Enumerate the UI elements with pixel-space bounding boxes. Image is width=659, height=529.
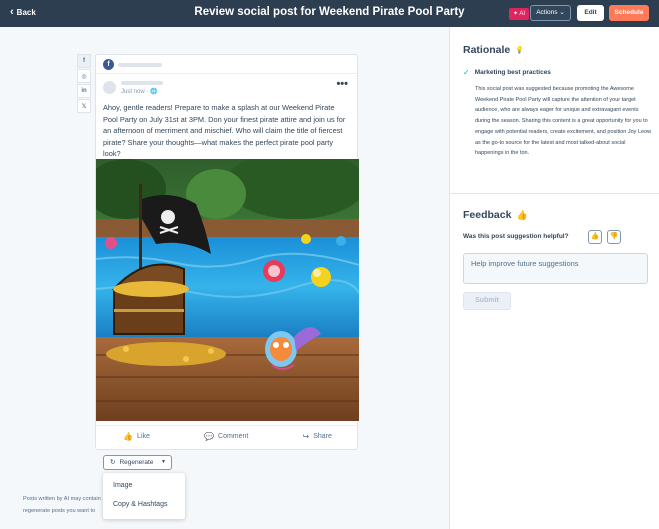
social-network-tabs: f ◎ in 𝕏 [77,54,91,114]
tab-facebook[interactable]: f [77,54,91,68]
rationale-item: ✓ Marketing best practices [463,68,551,77]
author-name-placeholder [121,81,163,85]
like-action[interactable]: 👍 Like [123,432,150,441]
account-placeholder [118,63,162,67]
ai-badge: ✦ AI [509,8,530,20]
page-title: Review social post for Weekend Pirate Po… [194,6,465,18]
comment-action[interactable]: 💬 Comment [204,432,248,441]
caret-down-icon: ▼ [161,459,166,465]
post-actions-bar: 👍 Like 💬 Comment ↪ Share [96,425,359,447]
tab-x[interactable]: 𝕏 [77,99,91,113]
thumbs-up-button[interactable]: 👍 [588,230,602,244]
like-label: Like [137,433,150,440]
regenerate-menu: Image Copy & Hashtags [103,473,185,519]
share-icon: ↪ [302,432,310,441]
refresh-icon: ↻ [110,459,116,466]
regenerate-label: Regenerate [119,459,154,466]
disclaimer-line-2: regenerate posts you want to [23,507,96,514]
card-header: f [96,55,357,74]
thumbs-up-icon: 👍 [123,432,134,441]
lightbulb-icon: 💡 [515,47,524,54]
post-author: Just now · 🌐 ••• [96,74,357,102]
schedule-button[interactable]: Schedule [609,5,649,21]
feedback-input[interactable] [463,253,648,284]
rationale-item-title: Marketing best practices [474,69,551,76]
share-label: Share [313,433,332,440]
share-action[interactable]: ↪ Share [303,432,332,441]
chevron-down-icon: ⌄ [559,9,565,16]
actions-label: Actions [536,9,558,16]
facebook-icon: f [103,59,114,70]
more-options-icon[interactable]: ••• [336,78,348,90]
feedback-title: Feedback [463,209,512,221]
right-panel: Rationale 💡 ✓ Marketing best practices T… [449,27,659,529]
ai-badge-label: AI [519,11,526,17]
helpful-question: Was this post suggestion helpful? [463,233,569,240]
tab-instagram[interactable]: ◎ [77,69,91,83]
avatar [103,81,116,94]
comment-icon: 💬 [204,432,215,441]
post-preview-card: f Just now · 🌐 ••• Ahoy, gentle readers!… [95,54,359,450]
pirate-pool-party-image [96,159,359,421]
check-icon: ✓ [463,68,470,77]
back-label: Back [16,7,36,17]
thumbs-up-outline-icon: 👍 [516,209,528,220]
post-image [96,159,359,421]
disclaimer-line-1: Posts written by AI may contain [23,496,101,502]
rationale-title: Rationale [463,44,511,56]
top-header: ‹ Back Review social post for Weekend Pi… [0,0,659,27]
thumbs-down-button[interactable]: 👎 [607,230,621,244]
back-button[interactable]: ‹ Back [10,6,36,18]
feedback-heading: Feedback 👍 [463,209,528,221]
post-text: Ahoy, gentle readers! Prepare to make a … [103,103,346,158]
regenerate-button[interactable]: ↻ Regenerate ▼ [103,455,172,470]
actions-button[interactable]: Actions ⌄ [530,5,571,21]
chevron-left-icon: ‹ [10,6,14,18]
post-timestamp: Just now · 🌐 [121,89,158,95]
section-divider [450,193,659,194]
rationale-text: This social post was suggested because p… [475,86,652,157]
tab-linkedin[interactable]: in [77,84,91,98]
submit-button[interactable]: Submit [463,292,511,310]
menu-item-image[interactable]: Image [103,476,185,495]
rationale-heading: Rationale 💡 [463,44,524,56]
ai-disclaimer: Posts written by AI may contain regenera… [23,494,103,517]
comment-label: Comment [218,433,249,440]
edit-button[interactable]: Edit [577,5,604,21]
menu-item-copy-hashtags[interactable]: Copy & Hashtags [103,495,185,514]
